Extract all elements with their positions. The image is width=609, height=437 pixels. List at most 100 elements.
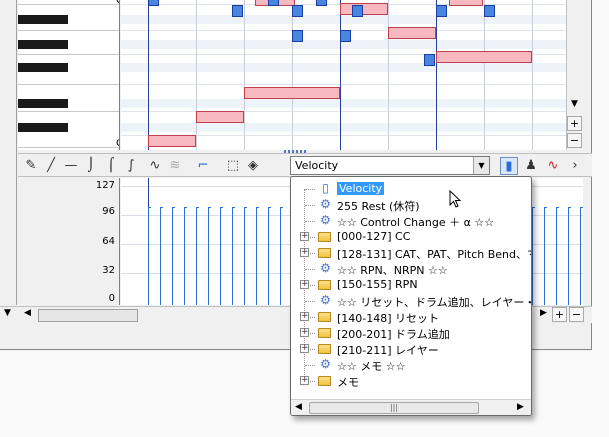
tree-guide bbox=[305, 365, 315, 366]
dropdown-scroll-thumb[interactable]: ||| bbox=[309, 402, 479, 414]
black-key[interactable] bbox=[18, 123, 68, 132]
note-selected[interactable] bbox=[424, 54, 435, 66]
controller-dropdown-tree[interactable]: ▯ Velocity ⚙ 255 Rest (休符) ⚙ ☆☆ Control Chang… bbox=[290, 176, 532, 416]
note-selected[interactable] bbox=[316, 0, 327, 6]
chevron-down-icon[interactable]: ▼ bbox=[473, 157, 489, 174]
dropdown-item[interactable]: + [200-201] ドラム追加 bbox=[291, 325, 531, 341]
note-selected[interactable] bbox=[148, 0, 159, 6]
note-selected[interactable] bbox=[292, 30, 303, 42]
dropdown-item-label: ☆☆ メモ ☆☆ bbox=[337, 360, 406, 373]
black-key[interactable] bbox=[18, 40, 68, 49]
expand-icon[interactable]: + bbox=[300, 280, 309, 289]
controller-type-select[interactable]: Velocity ▼ bbox=[290, 156, 490, 175]
stamp-icon[interactable]: ♟ bbox=[522, 157, 540, 175]
velocity-bar[interactable] bbox=[172, 207, 175, 305]
more-chevron-icon[interactable]: › bbox=[566, 157, 584, 175]
dropdown-item[interactable]: + [210-211] レイヤー bbox=[291, 341, 531, 357]
sine-wave-icon[interactable]: ∿ bbox=[544, 157, 562, 175]
dropdown-item[interactable]: + [140-148] リセット bbox=[291, 309, 531, 325]
black-key[interactable] bbox=[18, 99, 68, 108]
zoom-out-h-button[interactable]: − bbox=[569, 307, 584, 322]
note-selected[interactable] bbox=[436, 5, 447, 17]
line-icon[interactable]: — bbox=[62, 157, 80, 175]
velocity-bar[interactable] bbox=[148, 207, 151, 305]
velocity-bar[interactable] bbox=[532, 207, 535, 305]
velocity-bar[interactable] bbox=[208, 207, 211, 305]
note[interactable] bbox=[449, 0, 483, 6]
dropdown-item[interactable]: ⚙ ☆☆ メモ ☆☆ bbox=[291, 357, 531, 373]
velocity-bar[interactable] bbox=[568, 207, 571, 305]
pencil-icon[interactable]: ✎ bbox=[22, 157, 40, 175]
note-selected[interactable] bbox=[352, 5, 363, 17]
dropdown-item[interactable]: + [150-155] RPN bbox=[291, 277, 531, 293]
roll-vertical-scrollbar[interactable]: ▼ + − bbox=[566, 0, 583, 150]
scroll-left-button[interactable]: ◀ bbox=[291, 401, 306, 415]
scroll-down-button[interactable]: ▼ bbox=[0, 307, 15, 322]
velocity-axis: 127 96 64 32 0 bbox=[18, 178, 120, 305]
velocity-bar[interactable] bbox=[544, 207, 547, 305]
velocity-bar[interactable] bbox=[256, 207, 259, 305]
velocity-bar[interactable] bbox=[220, 207, 223, 305]
eraser-icon[interactable]: ◈ bbox=[244, 157, 262, 175]
velocity-bar[interactable] bbox=[556, 207, 559, 305]
dropdown-item-label: Velocity bbox=[337, 182, 385, 195]
dropdown-item[interactable]: ⚙ 255 Rest (休符) bbox=[291, 197, 531, 213]
curve-up-icon[interactable]: ⌠ bbox=[102, 157, 120, 175]
velocity-bar[interactable] bbox=[580, 207, 583, 305]
scroll-thumb[interactable] bbox=[38, 309, 138, 322]
velocity-bar[interactable] bbox=[184, 207, 187, 305]
note[interactable] bbox=[148, 135, 196, 147]
zoom-in-h-button[interactable]: + bbox=[552, 307, 567, 322]
expand-icon[interactable]: + bbox=[300, 376, 309, 385]
dropdown-item[interactable]: ⚙ ☆☆ Control Change ＋ α ☆☆ bbox=[291, 213, 531, 229]
zoom-in-button[interactable]: + bbox=[567, 116, 582, 131]
scroll-right-button[interactable]: ▶ bbox=[536, 307, 551, 322]
dropdown-item[interactable]: + [128-131] CAT、PAT、Pitch Bend、マ bbox=[291, 245, 531, 261]
dropdown-item[interactable]: ⚙ ☆☆ リセット、ドラム追加、レイヤー・ bbox=[291, 293, 531, 309]
expand-icon[interactable]: + bbox=[300, 344, 309, 353]
dropdown-item[interactable]: ⚙ ☆☆ RPN、NRPN ☆☆ bbox=[291, 261, 531, 277]
dropdown-item[interactable]: ▯ Velocity bbox=[291, 181, 531, 197]
piano-roll-grid[interactable] bbox=[121, 0, 566, 150]
velocity-bar[interactable] bbox=[244, 207, 247, 305]
grid-row bbox=[121, 111, 566, 112]
bar-graph-icon[interactable]: ▮ bbox=[500, 157, 518, 175]
gear-icon: ⚙ bbox=[320, 357, 331, 371]
note-selected[interactable] bbox=[340, 30, 351, 42]
line-tool-icon[interactable]: ╱ bbox=[42, 157, 60, 175]
waveform-disabled-icon[interactable]: ≋ bbox=[166, 157, 184, 175]
scroll-left-button[interactable]: ◀ bbox=[20, 307, 35, 322]
note-selected[interactable] bbox=[232, 5, 243, 17]
note[interactable] bbox=[244, 87, 340, 99]
note[interactable] bbox=[340, 3, 388, 15]
select-rect-icon[interactable]: ⬚ bbox=[224, 157, 242, 175]
scroll-down-button[interactable]: ▼ bbox=[567, 98, 582, 113]
curve-down-icon[interactable]: ⌡ bbox=[82, 157, 100, 175]
velocity-bar[interactable] bbox=[268, 207, 271, 305]
black-key[interactable] bbox=[18, 15, 68, 24]
piano-keyboard[interactable]: C4 C3 bbox=[18, 0, 120, 150]
note[interactable] bbox=[436, 51, 532, 63]
note-selected[interactable] bbox=[484, 5, 495, 17]
expand-icon[interactable]: + bbox=[300, 312, 309, 321]
velocity-bar[interactable] bbox=[232, 207, 235, 305]
expand-icon[interactable]: + bbox=[300, 248, 309, 257]
black-key[interactable] bbox=[18, 63, 68, 72]
dropdown-item[interactable]: + メモ bbox=[291, 373, 531, 389]
note[interactable] bbox=[388, 27, 436, 39]
dropdown-item[interactable]: + [000-127] CC bbox=[291, 229, 531, 245]
expand-icon[interactable]: + bbox=[300, 328, 309, 337]
velocity-bar[interactable] bbox=[196, 207, 199, 305]
velocity-bar[interactable] bbox=[160, 207, 163, 305]
note-selected[interactable] bbox=[292, 5, 303, 17]
step-icon[interactable]: ⌐ bbox=[194, 157, 212, 175]
zoom-out-button[interactable]: − bbox=[567, 133, 582, 148]
dropdown-horizontal-scrollbar[interactable]: ◀ ||| ▶ bbox=[291, 399, 531, 415]
note-selected[interactable] bbox=[268, 0, 279, 6]
note[interactable] bbox=[196, 111, 244, 123]
s-curve-icon[interactable]: ∫ bbox=[122, 157, 140, 175]
waveform-icon[interactable]: ∿ bbox=[146, 157, 164, 175]
expand-icon[interactable]: + bbox=[300, 232, 309, 241]
velocity-bar[interactable] bbox=[280, 207, 283, 305]
scroll-right-button[interactable]: ▶ bbox=[513, 401, 528, 415]
